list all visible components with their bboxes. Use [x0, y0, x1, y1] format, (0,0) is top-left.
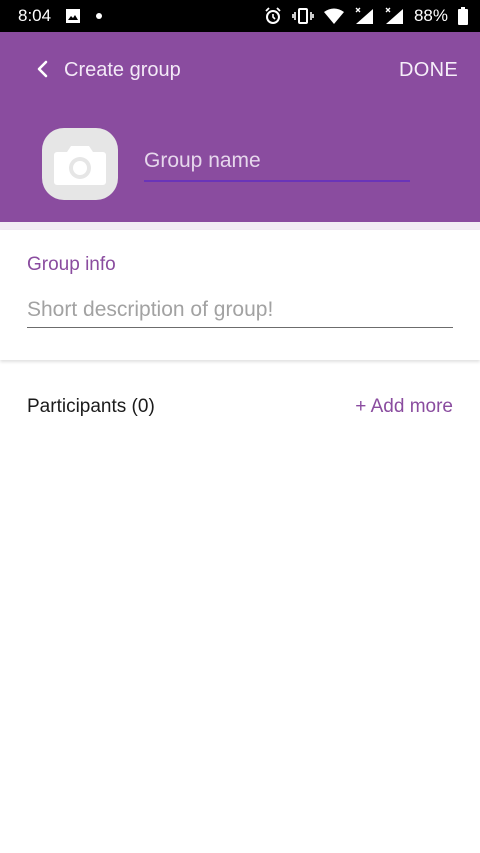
status-left: 8:04 [18, 6, 103, 26]
group-description-input[interactable] [27, 294, 453, 326]
group-photo-button[interactable] [42, 128, 118, 200]
battery-percentage: 88% [413, 6, 448, 25]
group-description-field [27, 294, 453, 328]
app-bar: Create group DONE [0, 32, 480, 222]
status-right: 88% [264, 6, 468, 26]
status-time: 8:04 [18, 6, 52, 25]
participants-label: Participants (0) [27, 396, 155, 417]
wifi-icon [323, 8, 344, 24]
back-button[interactable] [30, 56, 56, 82]
group-name-field [144, 144, 410, 182]
page-title: Create group [64, 59, 181, 81]
alarm-icon [264, 7, 282, 25]
group-name-input[interactable] [144, 144, 410, 178]
signal-icon [354, 7, 374, 25]
divider [0, 222, 480, 230]
add-more-button[interactable]: + Add more [355, 396, 453, 418]
chevron-left-icon [37, 60, 48, 78]
image-icon [65, 8, 81, 24]
status-bar: 8:04 88% [0, 0, 480, 32]
camera-icon [54, 146, 106, 185]
signal-icon [384, 7, 404, 25]
group-info-label: Group info [27, 254, 116, 275]
vibrate-icon [292, 7, 314, 25]
participants-row: Participants (0) + Add more [0, 390, 480, 430]
notification-dot-icon [95, 12, 103, 20]
group-info-card: Group info [0, 230, 480, 360]
group-name-underline [144, 180, 410, 182]
group-description-underline [27, 327, 453, 328]
done-button[interactable]: DONE [399, 58, 458, 82]
battery-icon [458, 7, 468, 25]
